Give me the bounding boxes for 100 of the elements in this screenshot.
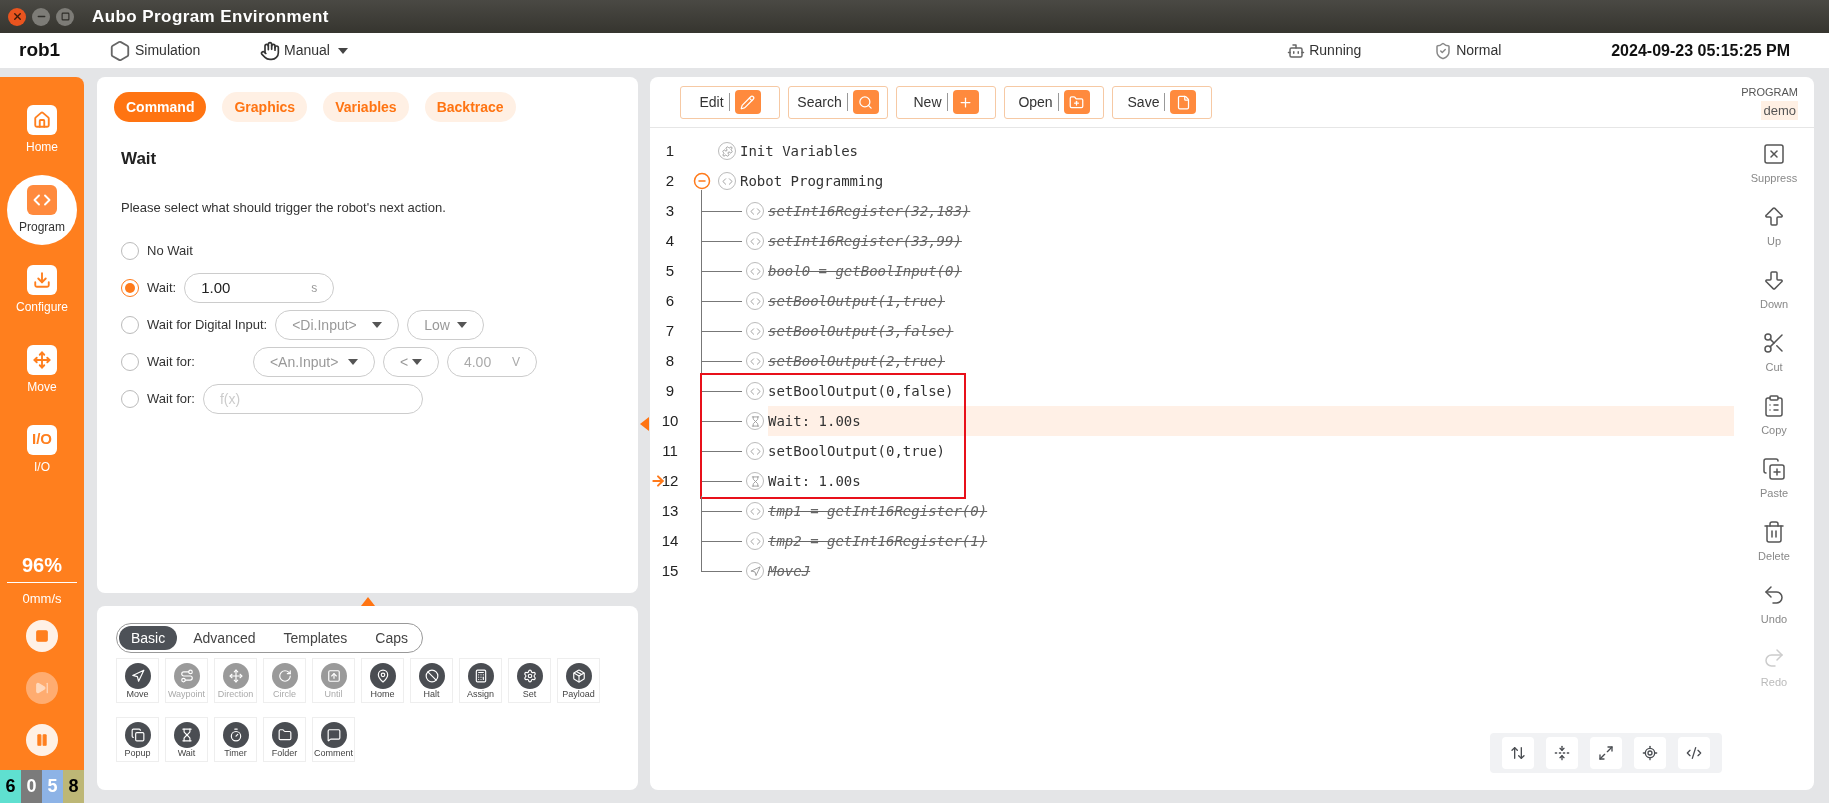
- move-icon: [124, 662, 151, 689]
- command-tile[interactable]: Timer: [214, 717, 257, 762]
- command-tile[interactable]: Halt: [410, 658, 453, 703]
- file-icon: [1170, 90, 1197, 114]
- option-label: Wait for Digital Input:: [147, 316, 268, 335]
- toolbar-button[interactable]: New: [896, 85, 996, 119]
- code-icon[interactable]: [1678, 737, 1710, 769]
- program-line[interactable]: setBoolOutput(2,true): [768, 350, 945, 372]
- command-tile[interactable]: Set: [508, 658, 551, 703]
- toolbar-button[interactable]: Save: [1112, 85, 1212, 119]
- nav-label: Configure: [16, 298, 68, 316]
- window-title: Aubo Program Environment: [92, 5, 329, 28]
- toolbar-button[interactable]: Edit: [680, 85, 780, 119]
- command-tile[interactable]: Comment: [312, 717, 355, 762]
- action-button[interactable]: Paste: [1759, 448, 1789, 511]
- copy-plus-icon: [1762, 457, 1786, 482]
- line-number: 11: [662, 440, 678, 461]
- close-icon: [11, 11, 23, 22]
- line-number: 5: [665, 260, 675, 281]
- nav-label: I/O: [34, 458, 50, 476]
- palette-tab[interactable]: Caps: [363, 626, 420, 650]
- counter-digit: 5: [42, 770, 63, 803]
- robot-icon: [1287, 41, 1306, 60]
- control-mode-dropdown[interactable]: Manual: [260, 40, 348, 61]
- program-line[interactable]: Init Variables: [740, 140, 858, 162]
- action-button[interactable]: Suppress: [1750, 133, 1798, 196]
- io-badge: I/O: [27, 424, 57, 455]
- program-line[interactable]: Robot Programming: [740, 170, 884, 192]
- line-number: 3: [665, 200, 675, 221]
- collapse-icon[interactable]: [1546, 737, 1578, 769]
- command-tile[interactable]: Folder: [263, 717, 306, 762]
- program-line[interactable]: tmp2 = getInt16Register(1): [768, 530, 988, 552]
- close-button[interactable]: [8, 7, 26, 26]
- hand-icon: [260, 40, 280, 61]
- line-number: 13: [661, 500, 679, 521]
- counter-digit: 0: [21, 770, 42, 803]
- nav-label: Move: [27, 378, 57, 396]
- option-label: Wait:: [147, 279, 177, 298]
- maximize-button[interactable]: [56, 7, 74, 26]
- command-tile[interactable]: Popup: [116, 717, 159, 762]
- collapse-toggle[interactable]: [693, 172, 711, 190]
- folder-icon: [271, 721, 298, 748]
- action-button[interactable]: Up: [1762, 196, 1786, 259]
- program-line[interactable]: MoveJ: [768, 560, 811, 582]
- line-number: 9: [665, 380, 675, 401]
- nav-label: Home: [26, 138, 58, 156]
- program-line[interactable]: setBoolOutput(0,true): [768, 440, 945, 462]
- command-tile[interactable]: Payload: [557, 658, 600, 703]
- command-tile[interactable]: Home: [361, 658, 404, 703]
- folder-plus-icon: [1063, 90, 1090, 114]
- palette-tab[interactable]: Templates: [271, 626, 360, 650]
- expand-icon[interactable]: [1590, 737, 1622, 769]
- action-button[interactable]: Copy: [1761, 385, 1787, 448]
- toolbar-button[interactable]: Open: [1004, 85, 1104, 119]
- sort-icon[interactable]: [1502, 737, 1534, 769]
- arrow-down-icon: [1762, 268, 1786, 293]
- line-number: 12: [661, 470, 679, 491]
- step-icon: [35, 681, 49, 695]
- program-line[interactable]: setBoolOutput(1,true): [768, 290, 945, 312]
- program-name: demo: [1761, 100, 1798, 120]
- nav-icon: [27, 344, 57, 375]
- square-x-icon: [1762, 142, 1786, 167]
- timer-icon: [222, 721, 249, 748]
- minimize-button[interactable]: [32, 7, 50, 26]
- velocity: 0mm/s: [22, 589, 62, 608]
- pencil-icon: [734, 90, 761, 114]
- robot-name: rob1: [19, 38, 62, 63]
- palette-tab[interactable]: Advanced: [181, 626, 268, 650]
- nav-icon: [27, 184, 57, 215]
- caret-icon: [411, 359, 422, 365]
- command-tile[interactable]: Assign: [459, 658, 502, 703]
- action-button[interactable]: Delete: [1758, 511, 1790, 574]
- safety-state: Normal: [1456, 41, 1503, 60]
- action-button[interactable]: Down: [1759, 259, 1789, 322]
- program-line[interactable]: Wait: 1.00s: [768, 410, 861, 432]
- program-line[interactable]: setInt16Register(33,99): [768, 230, 962, 252]
- toolbar-button[interactable]: Search: [788, 85, 888, 119]
- pause-button[interactable]: [26, 724, 58, 756]
- expand-handle[interactable]: [360, 597, 375, 606]
- nav-item[interactable]: Program: [7, 175, 77, 245]
- clipboard-icon: [1762, 394, 1786, 419]
- action-button[interactable]: Undo: [1760, 574, 1788, 637]
- mode-label: Simulation: [135, 41, 202, 60]
- command-tile[interactable]: Wait: [165, 717, 208, 762]
- palette-tab[interactable]: Basic: [119, 626, 178, 650]
- pin-icon: [369, 662, 396, 689]
- action-button[interactable]: Cut: [1762, 322, 1786, 385]
- program-line[interactable]: setBoolOutput(3,false): [768, 320, 954, 342]
- target-icon[interactable]: [1634, 737, 1666, 769]
- program-line[interactable]: Wait: 1.00s: [768, 470, 861, 492]
- route-icon: [173, 662, 200, 689]
- program-line[interactable]: bool0 = getBoolInput(0): [768, 260, 962, 282]
- calculator-icon: [467, 662, 494, 689]
- program-line[interactable]: tmp1 = getInt16Register(0): [768, 500, 988, 522]
- collapse-panel-handle[interactable]: [640, 417, 649, 431]
- program-line[interactable]: setInt16Register(32,183): [768, 200, 971, 222]
- command-tile[interactable]: Move: [116, 658, 159, 703]
- ban-icon: [418, 662, 445, 689]
- stop-button[interactable]: [26, 620, 58, 652]
- program-line[interactable]: setBoolOutput(0,false): [768, 380, 954, 402]
